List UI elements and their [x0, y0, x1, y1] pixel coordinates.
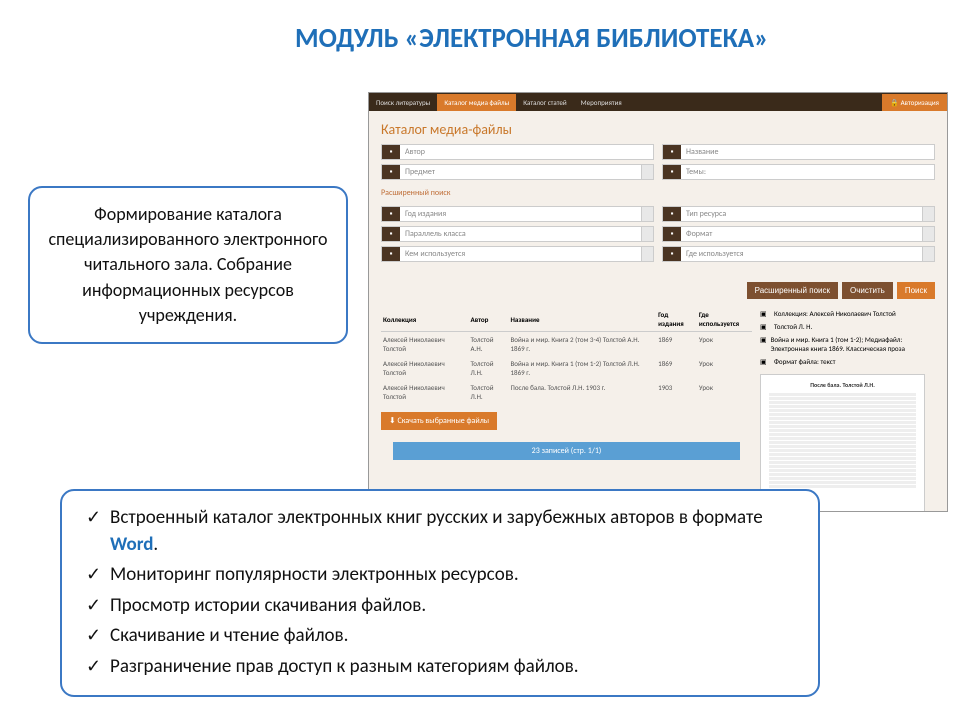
- book-icon: ▪: [382, 165, 400, 179]
- usedby-field[interactable]: ▪Кем используется: [381, 246, 654, 262]
- page-title: Каталог медиа-файлы: [369, 111, 947, 144]
- col-collection[interactable]: Коллекция: [381, 307, 469, 332]
- feature-item: Мониторинг популярности электронных ресу…: [84, 560, 796, 591]
- usedwhere-field[interactable]: ▪Где используется: [662, 246, 935, 262]
- nav-tab-search[interactable]: Поиск литературы: [369, 94, 437, 111]
- restype-field[interactable]: ▪Тип ресурса: [662, 206, 935, 222]
- calendar-icon: ▪: [382, 207, 400, 221]
- col-author[interactable]: Автор: [469, 307, 509, 332]
- callout-features: Встроенный каталог электронных книг русс…: [60, 489, 820, 697]
- feature-item: Встроенный каталог электронных книг русс…: [84, 503, 796, 560]
- title-field[interactable]: ▪Название: [662, 144, 935, 160]
- subject-field[interactable]: ▪Предмет: [381, 164, 654, 180]
- nav-tab-media[interactable]: Каталог медиа файлы: [437, 94, 516, 111]
- expand-link[interactable]: Расширенный поиск: [381, 184, 935, 206]
- feature-item: Просмотр истории скачивания файлов.: [84, 591, 796, 622]
- lock-icon: 🔒: [890, 98, 900, 107]
- top-nav: Поиск литературы Каталог медиа файлы Кат…: [369, 93, 947, 111]
- side-panel: ▣Коллекция: Алексей Николаевич Толстой ▣…: [760, 307, 935, 512]
- format-field[interactable]: ▪Формат: [662, 226, 935, 242]
- auth-link[interactable]: 🔒 Авторизация: [882, 94, 947, 111]
- person-icon: ▣: [760, 322, 770, 331]
- folder-icon: ▣: [760, 309, 770, 318]
- feature-item: Скачивание и чтение файлов.: [84, 621, 796, 652]
- download-icon: ⬇: [389, 416, 398, 426]
- col-name[interactable]: Название: [509, 307, 657, 332]
- table-row[interactable]: Алексей Николаевич ТолстойТолстой А.Н.Во…: [381, 332, 752, 357]
- col-year[interactable]: Год издания: [656, 307, 697, 332]
- grid-icon: ▪: [382, 227, 400, 241]
- parclass-field[interactable]: ▪Параллель класса: [381, 226, 654, 242]
- year-field[interactable]: ▪Год издания: [381, 206, 654, 222]
- file-icon: ▪: [663, 227, 681, 241]
- tag-icon: ▪: [663, 145, 681, 159]
- nav-tab-articles[interactable]: Каталог статей: [516, 94, 573, 111]
- list-icon: ▪: [663, 165, 681, 179]
- download-button[interactable]: ⬇ Скачать выбранные файлы: [381, 412, 497, 430]
- clear-button[interactable]: Очистить: [842, 282, 893, 299]
- table-row[interactable]: Алексей Николаевич ТолстойТолстой Л.Н.Во…: [381, 356, 752, 380]
- slide-title: МОДУЛЬ «ЭЛЕКТРОННАЯ БИБЛИОТЕКА»: [0, 0, 960, 63]
- user-icon: ▪: [382, 247, 400, 261]
- person-icon: ▪: [382, 145, 400, 159]
- doc-icon: ▪: [663, 207, 681, 221]
- col-where[interactable]: Где используется: [697, 307, 752, 332]
- search-block: ▪Автор ▪Название ▪Предмет ▪Темы: Расшире…: [369, 144, 947, 274]
- pager: 23 записей (стр. 1/1): [393, 442, 740, 460]
- file-icon: ▣: [760, 357, 770, 366]
- topics-field[interactable]: ▪Темы:: [662, 164, 935, 180]
- book-icon: ▣: [760, 335, 767, 353]
- feature-item: Разграничение прав доступ к разным катег…: [84, 652, 796, 683]
- search-button[interactable]: Поиск: [897, 282, 935, 299]
- results-area: Коллекция Автор Название Год издания Где…: [369, 307, 947, 512]
- advsearch-button[interactable]: Расширенный поиск: [747, 282, 838, 299]
- pin-icon: ▪: [663, 247, 681, 261]
- feature-list: Встроенный каталог электронных книг русс…: [84, 503, 796, 683]
- action-row: Расширенный поиск Очистить Поиск: [369, 274, 947, 307]
- author-field[interactable]: ▪Автор: [381, 144, 654, 160]
- table-row[interactable]: Алексей Николаевич ТолстойТолстой Л.Н.По…: [381, 380, 752, 404]
- app-screenshot: Поиск литературы Каталог медиа файлы Кат…: [368, 92, 948, 512]
- results-table: Коллекция Автор Название Год издания Где…: [381, 307, 752, 404]
- nav-tab-events[interactable]: Мероприятия: [574, 94, 629, 111]
- callout-description: Формирование каталога специализированног…: [28, 186, 348, 344]
